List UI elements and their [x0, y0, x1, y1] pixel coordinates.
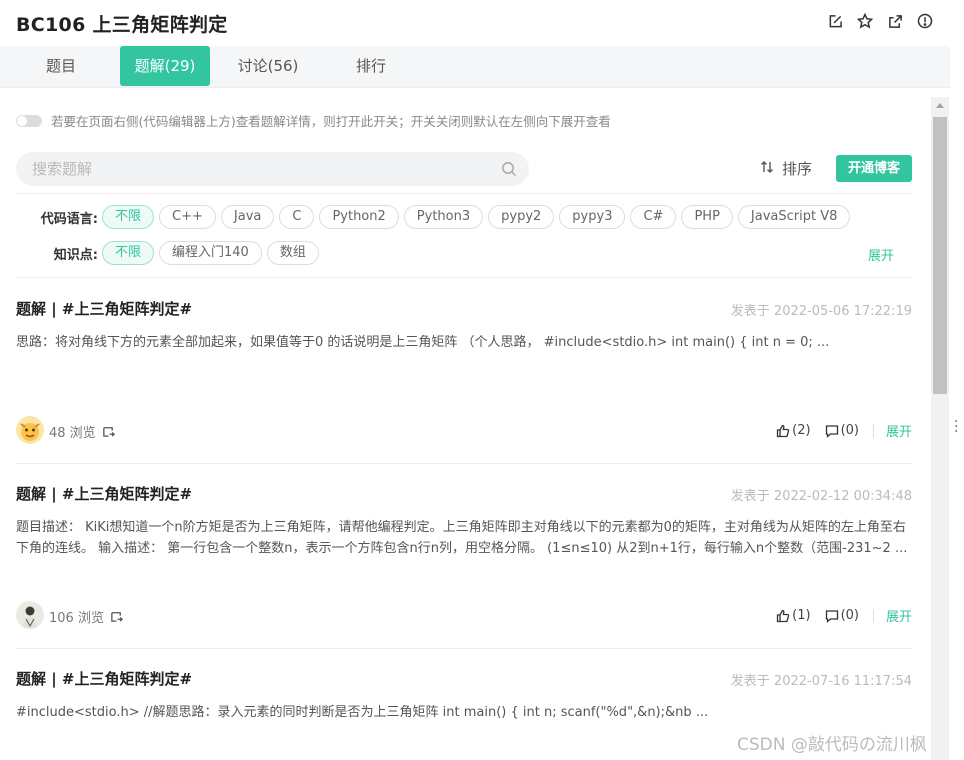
divider [16, 193, 912, 194]
expand-button[interactable]: 展开 [886, 421, 912, 440]
view-count: 48 浏览 [49, 426, 96, 441]
language-chip[interactable]: Java [220, 205, 275, 229]
search-box [16, 152, 529, 186]
info-icon[interactable] [916, 12, 934, 30]
comment-count: (0) [840, 423, 859, 438]
solution-actions: (2) (0) 展开 [762, 421, 912, 440]
knowledge-chip[interactable]: 数组 [266, 241, 319, 265]
like-count: (1) [792, 608, 811, 623]
comment-icon [825, 609, 838, 623]
more-vertical-icon[interactable]: · · · [954, 415, 958, 439]
expand-button[interactable]: 展开 [886, 606, 912, 625]
solution-excerpt[interactable]: 题目描述： KiKi想知道一个n阶方矩是否为上三角矩阵，请帮他编程判定。上三角矩… [16, 517, 912, 559]
thumbs-up-icon [776, 609, 790, 622]
solution-card: 题解 | #上三角矩阵判定# 发表于 2022-02-12 00:34:48 题… [16, 483, 912, 643]
knowledge-chip[interactable]: 不限 [102, 241, 155, 265]
thumbs-up-icon [776, 424, 790, 437]
tab-problem[interactable]: 题目 [16, 46, 106, 86]
divider [872, 423, 874, 438]
solution-title[interactable]: 题解 | #上三角矩阵判定# [16, 668, 192, 689]
language-chip[interactable]: C [279, 205, 315, 229]
language-chip[interactable]: 不限 [102, 205, 155, 229]
comment-button[interactable]: (0) [825, 423, 859, 438]
share-icon[interactable] [102, 423, 115, 437]
knowledge-filter-label: 知识点: [53, 247, 98, 263]
search-icon[interactable] [501, 161, 517, 181]
comment-button[interactable]: (0) [825, 608, 859, 623]
divider [16, 277, 912, 278]
solution-card: 题解 | #上三角矩阵判定# 发表于 2022-05-06 17:22:19 思… [16, 298, 912, 458]
language-chip[interactable]: C++ [159, 205, 216, 229]
divider [872, 608, 874, 623]
scrollbar-thumb[interactable] [933, 117, 947, 394]
star-icon[interactable] [856, 12, 874, 30]
page-header: BC106 上三角矩阵判定 [0, 0, 950, 46]
watermark-text: CSDN @敲代码の流川枫 [737, 735, 927, 755]
layout-switch-text: 若要在页面右侧(代码编辑器上方)查看题解详情，则打开此开关；开关关闭则默认在左侧… [51, 114, 611, 129]
solution-excerpt[interactable]: #include<stdio.h> //解题思路：录入元素的同时判断是否为上三角… [16, 702, 912, 723]
divider [16, 463, 912, 464]
layout-toggle-switch[interactable] [16, 114, 42, 127]
sort-arrows-icon [760, 160, 774, 178]
solution-title[interactable]: 题解 | #上三角矩阵判定# [16, 483, 192, 504]
problem-title: BC106 上三角矩阵判定 [16, 14, 228, 36]
comment-count: (0) [840, 608, 859, 623]
language-chip[interactable]: Python2 [319, 205, 399, 229]
author-avatar[interactable] [16, 416, 44, 444]
tab-discussion[interactable]: 讨论(56) [222, 46, 314, 86]
knowledge-expand-link[interactable]: 展开 [868, 245, 894, 264]
language-chip[interactable]: C# [630, 205, 677, 229]
search-input[interactable] [32, 160, 492, 178]
external-link-icon[interactable] [886, 12, 904, 30]
edit-icon[interactable] [826, 12, 844, 30]
author-avatar[interactable] [16, 601, 44, 629]
tab-solutions[interactable]: 题解(29) [120, 46, 210, 86]
language-chip[interactable]: pypy3 [559, 205, 626, 229]
open-blog-button[interactable]: 开通博客 [836, 155, 912, 182]
solution-title[interactable]: 题解 | #上三角矩阵判定# [16, 298, 192, 319]
language-chip[interactable]: JavaScript V8 [737, 205, 851, 229]
layout-switch-row: 若要在页面右侧(代码编辑器上方)查看题解详情，则打开此开关；开关关闭则默认在左侧… [16, 111, 611, 130]
knowledge-filter-row: 知识点: 不限 编程入门140 数组 [16, 241, 324, 265]
solution-footer: 48 浏览 (2) (0) 展开 [16, 416, 912, 446]
language-filter-label: 代码语言: [40, 211, 98, 227]
solution-date: 发表于 2022-05-06 17:22:19 [730, 304, 912, 319]
share-icon[interactable] [110, 608, 123, 622]
view-count: 106 浏览 [49, 611, 104, 626]
language-filter-row: 代码语言: 不限 C++ Java C Python2 Python3 pypy… [16, 205, 855, 229]
language-chip[interactable]: Python3 [403, 205, 484, 229]
like-count: (2) [792, 423, 811, 438]
sort-button[interactable]: 排序 [760, 158, 812, 179]
scroll-up-arrow-icon[interactable] [931, 97, 949, 113]
header-actions [826, 12, 934, 30]
language-chip[interactable]: pypy2 [488, 205, 555, 229]
tab-ranking[interactable]: 排行 [326, 46, 416, 86]
divider [16, 648, 912, 649]
solution-excerpt[interactable]: 思路：将对角线下方的元素全部加起来，如果值等于0 的话说明是上三角矩阵 （个人思… [16, 332, 912, 353]
solution-date: 发表于 2022-07-16 11:17:54 [730, 674, 912, 689]
vertical-scrollbar[interactable] [931, 97, 949, 760]
solution-actions: (1) (0) 展开 [762, 606, 912, 625]
tab-bar: 题目 题解(29) 讨论(56) 排行 [0, 46, 950, 88]
knowledge-chip[interactable]: 编程入门140 [159, 241, 262, 265]
sort-label: 排序 [782, 160, 813, 178]
comment-icon [825, 424, 838, 438]
solution-date: 发表于 2022-02-12 00:34:48 [730, 489, 912, 504]
solution-footer: 106 浏览 (1) (0) 展开 [16, 601, 912, 631]
like-button[interactable]: (2) [776, 423, 811, 438]
language-chip[interactable]: PHP [681, 205, 733, 229]
like-button[interactable]: (1) [776, 608, 811, 623]
